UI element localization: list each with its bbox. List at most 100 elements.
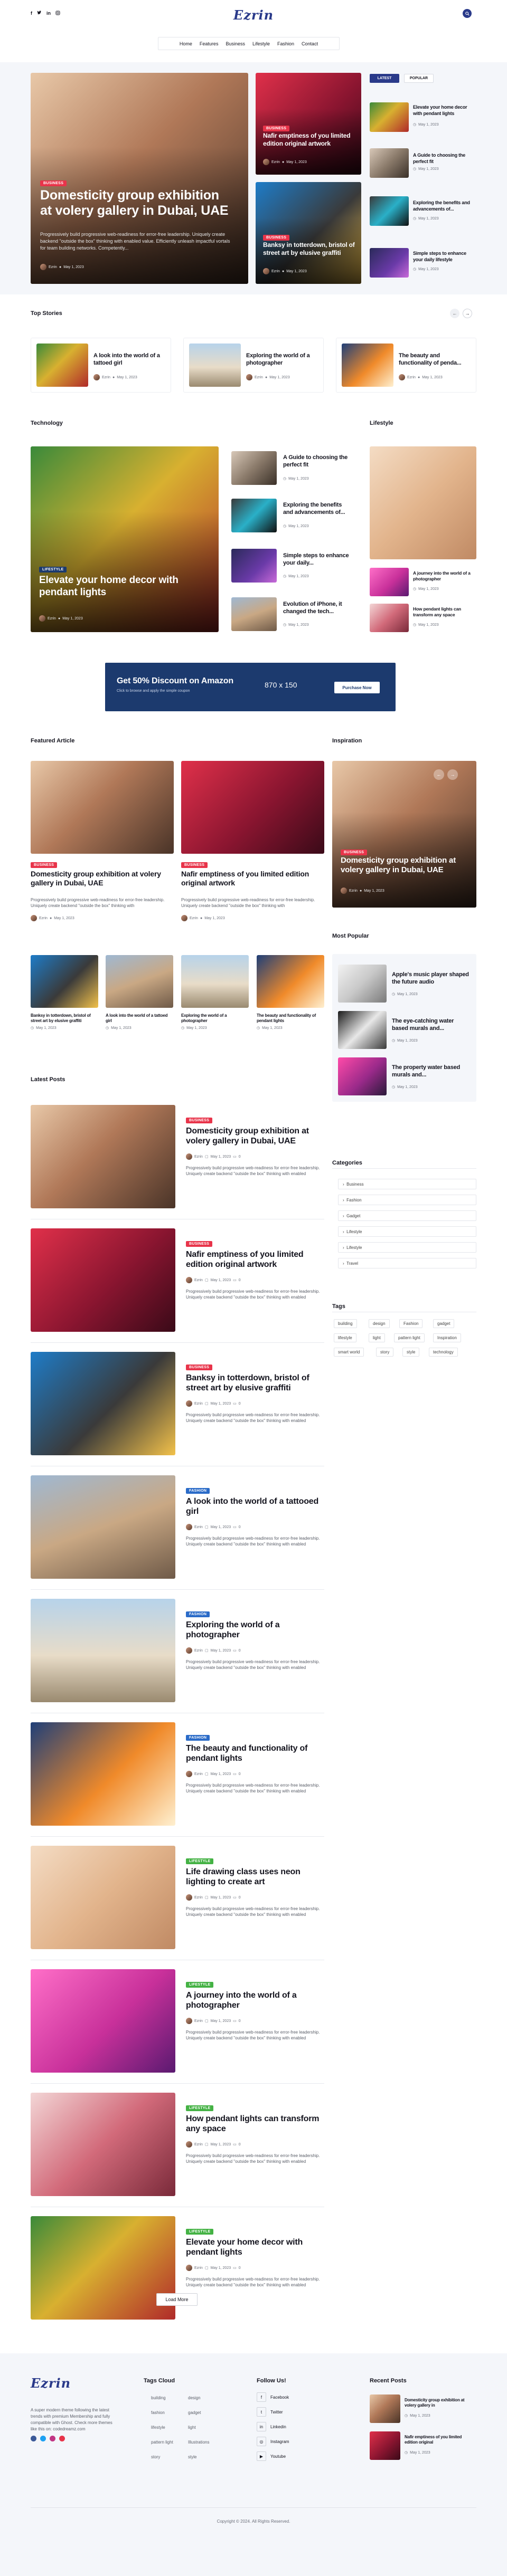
twitter-icon[interactable]	[40, 2436, 46, 2441]
thumbnail[interactable]	[189, 344, 241, 387]
footer-logo[interactable]: Ezrin	[31, 2375, 71, 2391]
tag-pill[interactable]: lifestyle	[334, 1333, 356, 1342]
thumbnail[interactable]	[338, 965, 387, 1003]
popular-title[interactable]: The eye-catching water based murals and.…	[392, 1017, 471, 1032]
popular-title[interactable]: The property water based murals and...	[392, 1064, 471, 1079]
tech-list-title[interactable]: Simple steps to enhance your daily...	[283, 552, 352, 567]
category-badge[interactable]: Fashion	[186, 1488, 210, 1494]
category-badge[interactable]: Lifestyle	[39, 567, 67, 573]
category-badge[interactable]: Business	[186, 1365, 213, 1370]
category-item[interactable]: › Gadget	[338, 1210, 476, 1221]
hero-side-title[interactable]: Banksy in totterdown, bristol of street …	[263, 241, 355, 257]
inspiration-prev[interactable]: ←	[434, 769, 444, 780]
tech-list-title[interactable]: Exploring the benefits and advancements …	[283, 501, 352, 516]
tech-list-title[interactable]: Evolution of iPhone, it changed the tech…	[283, 600, 352, 615]
thumbnail[interactable]	[36, 344, 88, 387]
hero-side-card-1[interactable]: Business Nafir emptiness of you limited …	[256, 73, 361, 175]
tab-latest[interactable]: LATEST	[370, 74, 399, 83]
top-story-card[interactable]: The beauty and functionality of penda...…	[336, 338, 476, 393]
latest-item-title[interactable]: Simple steps to enhance your daily lifes…	[413, 250, 472, 263]
thumbnail[interactable]	[370, 248, 409, 278]
footer-tag[interactable]: style	[188, 2455, 196, 2459]
featured-image[interactable]	[181, 761, 324, 854]
post-image[interactable]	[31, 1352, 175, 1455]
recent-post-title[interactable]: Nafir emptiness of you limited edition o…	[405, 2435, 474, 2445]
footer-tag[interactable]: gadget	[188, 2410, 201, 2415]
featured-image[interactable]	[31, 761, 174, 854]
category-item[interactable]: › Lifestyle	[338, 1226, 476, 1237]
tag-pill[interactable]: building	[334, 1319, 357, 1328]
top-story-card[interactable]: Exploring the world of a photographer Ez…	[183, 338, 324, 393]
post-title[interactable]: Life drawing class uses neon lighting to…	[186, 1867, 321, 1887]
hero-main-card[interactable]: Business Domesticity group exhibition at…	[31, 73, 248, 284]
category-badge[interactable]: Lifestyle	[186, 1982, 214, 1988]
featured-title[interactable]: Nafir emptiness of you limited edition o…	[181, 870, 318, 888]
post-image[interactable]	[31, 2216, 175, 2320]
thumbnail[interactable]	[342, 344, 393, 387]
category-badge[interactable]: Business	[181, 862, 208, 868]
youtube-icon[interactable]	[59, 2436, 65, 2441]
tag-pill[interactable]: Inspiration	[433, 1333, 461, 1342]
top-story-card[interactable]: A look into the world of a tattoed girl …	[31, 338, 171, 393]
story-title[interactable]: The beauty and functionality of penda...	[399, 352, 473, 367]
featured-title[interactable]: Domesticity group exhibition at volery g…	[31, 870, 168, 888]
thumbnail[interactable]	[231, 451, 277, 485]
post-title[interactable]: A look into the world of a tattooed girl	[186, 1496, 321, 1516]
post-image[interactable]	[31, 1599, 175, 1702]
instagram-icon[interactable]	[50, 2436, 55, 2441]
facebook-icon[interactable]	[31, 2436, 36, 2441]
category-badge[interactable]: Business	[31, 862, 58, 868]
thumbnail[interactable]	[257, 955, 324, 1008]
lifestyle-main-image[interactable]	[370, 446, 476, 559]
category-badge[interactable]: Lifestyle	[186, 1858, 214, 1864]
category-badge[interactable]: Business	[341, 850, 368, 855]
tag-pill[interactable]: technology	[429, 1348, 458, 1357]
footer-tag[interactable]: light	[188, 2425, 196, 2430]
post-image[interactable]	[31, 2093, 175, 2196]
tag-pill[interactable]: gadget	[433, 1319, 455, 1328]
ad-banner[interactable]: Get 50% Discount on Amazon Click to brow…	[105, 663, 396, 711]
category-badge[interactable]: Business	[186, 1118, 213, 1123]
technology-main-card[interactable]: Lifestyle Elevate your home decor with p…	[31, 446, 219, 632]
tag-pill[interactable]: story	[376, 1348, 394, 1357]
thumbnail[interactable]	[370, 196, 409, 226]
category-badge[interactable]: Lifestyle	[186, 2229, 214, 2235]
category-badge[interactable]: Business	[40, 180, 67, 186]
tech-list-title[interactable]: A Guide to choosing the perfect fit	[283, 454, 352, 469]
instagram-icon[interactable]	[55, 11, 60, 16]
post-title[interactable]: How pendant lights can transform any spa…	[186, 2114, 321, 2134]
tag-pill[interactable]: style	[402, 1348, 420, 1357]
latest-item-title[interactable]: Exploring the benefits and advancements …	[413, 199, 472, 212]
nav-business[interactable]: Business	[226, 41, 245, 46]
post-image[interactable]	[31, 1969, 175, 2073]
thumbnail[interactable]	[181, 955, 249, 1008]
prev-button[interactable]: ←	[450, 309, 459, 318]
thumbnail[interactable]	[31, 955, 98, 1008]
post-title[interactable]: Exploring the world of a photographer	[186, 1620, 321, 1640]
post-title[interactable]: Domesticity group exhibition at volery g…	[186, 1126, 321, 1146]
featured-small-title[interactable]: Exploring the world of a photographer	[181, 1013, 249, 1024]
inspiration-next[interactable]: →	[447, 769, 458, 780]
hero-side-title[interactable]: Nafir emptiness of you limited edition o…	[263, 132, 355, 148]
thumbnail[interactable]	[370, 148, 409, 178]
latest-item-title[interactable]: Elevate your home decor with pendant lig…	[413, 104, 472, 117]
tab-popular[interactable]: POPULAR	[404, 74, 434, 83]
inspiration-card[interactable]: ← → Business Domesticity group exhibitio…	[332, 761, 476, 908]
twitter-icon[interactable]	[37, 11, 42, 16]
thumbnail[interactable]	[370, 2394, 400, 2423]
thumbnail[interactable]	[231, 597, 277, 631]
tag-pill[interactable]: light	[369, 1333, 385, 1342]
popular-title[interactable]: Apple's music player shaped the future a…	[392, 971, 471, 986]
footer-tag[interactable]: story	[151, 2455, 160, 2459]
footer-tag[interactable]: fashion	[151, 2410, 165, 2415]
story-title[interactable]: A look into the world of a tattoed girl	[93, 352, 167, 367]
post-image[interactable]	[31, 1475, 175, 1579]
nav-contact[interactable]: Contact	[302, 41, 318, 46]
post-image[interactable]	[31, 1228, 175, 1332]
footer-tag[interactable]: pattern light	[151, 2440, 173, 2445]
hero-main-title[interactable]: Domesticity group exhibition at volery g…	[40, 188, 230, 218]
tag-pill[interactable]: smart world	[334, 1348, 364, 1357]
follow-twitter[interactable]: t Twitter	[257, 2407, 283, 2417]
category-item[interactable]: › Lifestyle	[338, 1242, 476, 1253]
post-title[interactable]: The beauty and functionality of pendant …	[186, 1743, 321, 1763]
